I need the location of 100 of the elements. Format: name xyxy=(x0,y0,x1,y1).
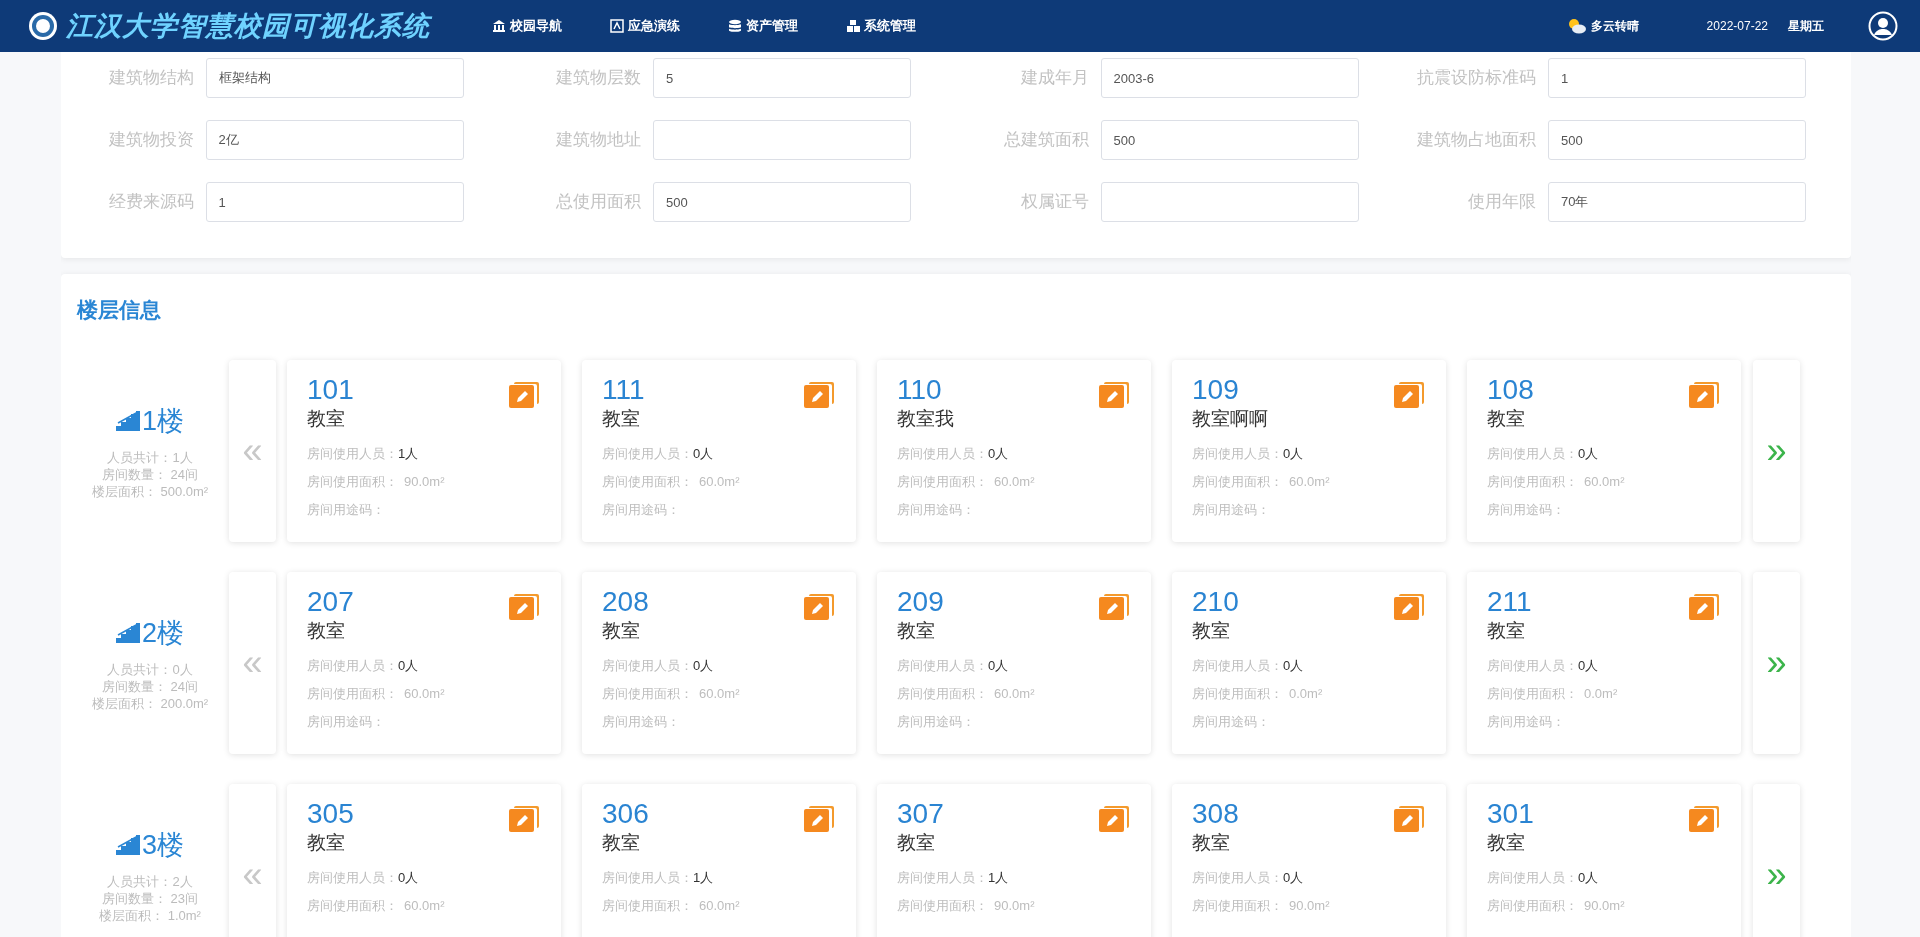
area-value: 60.0m² xyxy=(699,473,740,489)
area-value: 60.0m² xyxy=(994,685,1035,701)
room-number: 207 xyxy=(307,585,354,618)
edit-button[interactable] xyxy=(1394,805,1424,832)
weather-text: 多云转晴 xyxy=(1590,18,1639,35)
nav-link[interactable]: 应急演练 xyxy=(610,16,680,36)
edit-button[interactable] xyxy=(804,805,834,832)
edit-button[interactable] xyxy=(509,593,539,620)
room-number: 306 xyxy=(602,797,649,830)
user-avatar-icon[interactable] xyxy=(1868,11,1898,41)
input-field[interactable]: 框架结构 xyxy=(205,58,464,98)
frame-icon xyxy=(610,19,624,33)
area-value: 90.0m² xyxy=(994,897,1035,913)
input-field[interactable]: 1 xyxy=(1548,58,1806,98)
edit-button[interactable] xyxy=(1689,593,1719,620)
people-label: 房间使用人员： xyxy=(307,657,398,673)
people-label: 房间使用人员： xyxy=(602,869,693,885)
people-label: 房间使用人员： xyxy=(897,869,988,885)
room-type: 教室 xyxy=(602,618,640,643)
input-field[interactable]: 500 xyxy=(1100,120,1359,160)
edit-button[interactable] xyxy=(1099,593,1129,620)
floor-stat: 人员共计：0人 xyxy=(107,661,193,679)
people-value: 1人 xyxy=(988,869,1009,885)
edit-button[interactable] xyxy=(1394,381,1424,408)
people-value: 0人 xyxy=(693,445,714,461)
room-card[interactable]: 108 教室 房间使用人员：0人 房间使用面积： 60.0m² 房间用途码： xyxy=(1467,359,1741,542)
field-label: 使用年限 xyxy=(1468,191,1536,214)
edit-button[interactable] xyxy=(1689,805,1719,832)
field-label: 建筑物投资 xyxy=(108,129,194,152)
use-code-label: 房间用途码： xyxy=(602,713,680,729)
input-field[interactable]: 1 xyxy=(205,182,464,222)
edit-button[interactable] xyxy=(1394,593,1424,620)
people-label: 房间使用人员： xyxy=(1487,869,1578,885)
nav-link[interactable]: 校园导航 xyxy=(492,16,562,36)
room-card[interactable]: 109 教室啊啊 房间使用人员：0人 房间使用面积： 60.0m² 房间用途码： xyxy=(1172,359,1446,542)
edit-button[interactable] xyxy=(509,805,539,832)
room-card[interactable]: 301 教室 房间使用人员：0人 房间使用面积： 90.0m² xyxy=(1467,783,1741,937)
room-card[interactable]: 211 教室 房间使用人员：0人 房间使用面积： 0.0m² 房间用途码： xyxy=(1467,571,1741,754)
edit-button[interactable] xyxy=(804,381,834,408)
people-value: 0人 xyxy=(1578,445,1599,461)
room-card[interactable]: 101 教室 房间使用人员：1人 房间使用面积： 90.0m² 房间用途码： xyxy=(287,359,561,542)
area-value: 60.0m² xyxy=(699,685,740,701)
room-type: 教室 xyxy=(1487,830,1525,855)
field-label: 抗震设防标准码 xyxy=(1417,67,1536,90)
floor-name-text: 1楼 xyxy=(142,404,184,438)
people-value: 0人 xyxy=(988,657,1009,673)
input-field[interactable] xyxy=(1100,182,1359,222)
room-type: 教室 xyxy=(1487,406,1525,431)
room-number: 211 xyxy=(1487,585,1532,618)
area-label: 房间使用面积： xyxy=(1192,897,1283,913)
edit-button[interactable] xyxy=(509,381,539,408)
people-value: 0人 xyxy=(1283,869,1304,885)
edit-button[interactable] xyxy=(1689,381,1719,408)
nav-link[interactable]: 资产管理 xyxy=(728,16,798,36)
use-code-label: 房间用途码： xyxy=(897,501,975,517)
room-type: 教室 xyxy=(1192,830,1230,855)
people-label: 房间使用人员： xyxy=(1192,445,1283,461)
floor-stat: 人员共计：2人 xyxy=(107,873,193,891)
people-label: 房间使用人员： xyxy=(897,445,988,461)
area-value: 60.0m² xyxy=(404,897,445,913)
room-card[interactable]: 110 教室我 房间使用人员：0人 房间使用面积： 60.0m² 房间用途码： xyxy=(877,359,1151,542)
people-value: 0人 xyxy=(693,657,714,673)
room-type: 教室 xyxy=(602,406,640,431)
area-label: 房间使用面积： xyxy=(602,897,693,913)
room-card[interactable]: 305 教室 房间使用人员：0人 房间使用面积： 60.0m² xyxy=(287,783,561,937)
room-card[interactable]: 209 教室 房间使用人员：0人 房间使用面积： 60.0m² 房间用途码： xyxy=(877,571,1151,754)
room-card[interactable]: 307 教室 房间使用人员：1人 房间使用面积： 90.0m² xyxy=(877,783,1151,937)
room-card[interactable]: 111 教室 房间使用人员：0人 房间使用面积： 60.0m² 房间用途码： xyxy=(582,359,856,542)
room-card[interactable]: 210 教室 房间使用人员：0人 房间使用面积： 0.0m² 房间用途码： xyxy=(1172,571,1446,754)
area-value: 0.0m² xyxy=(1584,685,1618,701)
input-field[interactable]: 500 xyxy=(653,182,911,222)
nav-link[interactable]: 系统管理 xyxy=(846,16,916,36)
room-type: 教室 xyxy=(897,618,935,643)
room-card[interactable]: 308 教室 房间使用人员：0人 房间使用面积： 90.0m² xyxy=(1172,783,1446,937)
room-type: 教室我 xyxy=(897,406,954,431)
room-card[interactable]: 207 教室 房间使用人员：0人 房间使用面积： 60.0m² 房间用途码： xyxy=(287,571,561,754)
people-label: 房间使用人员： xyxy=(307,445,398,461)
area-label: 房间使用面积： xyxy=(1192,473,1283,489)
edit-button[interactable] xyxy=(1099,805,1129,832)
edit-button[interactable] xyxy=(804,593,834,620)
area-label: 房间使用面积： xyxy=(897,473,988,489)
use-code-label: 房间用途码： xyxy=(307,501,385,517)
input-field[interactable]: 5 xyxy=(653,58,911,98)
people-value: 0人 xyxy=(988,445,1009,461)
field-label: 建筑物地址 xyxy=(556,129,641,152)
input-field[interactable]: 500 xyxy=(1548,120,1806,160)
input-field[interactable]: 70年 xyxy=(1548,182,1806,222)
room-card[interactable]: 306 教室 房间使用人员：1人 房间使用面积： 60.0m² xyxy=(582,783,856,937)
edit-button[interactable] xyxy=(1099,381,1129,408)
room-number: 108 xyxy=(1487,373,1534,406)
input-field[interactable]: 2003-6 xyxy=(1100,58,1359,98)
people-label: 房间使用人员： xyxy=(1487,445,1578,461)
area-value: 0.0m² xyxy=(1289,685,1323,701)
room-number: 301 xyxy=(1487,797,1534,830)
input-field[interactable]: 2亿 xyxy=(205,120,464,160)
database-icon xyxy=(728,19,742,33)
room-card[interactable]: 208 教室 房间使用人员：0人 房间使用面积： 60.0m² 房间用途码： xyxy=(582,571,856,754)
input-field[interactable] xyxy=(653,120,911,160)
area-label: 房间使用面积： xyxy=(602,473,693,489)
area-label: 房间使用面积： xyxy=(1487,473,1578,489)
